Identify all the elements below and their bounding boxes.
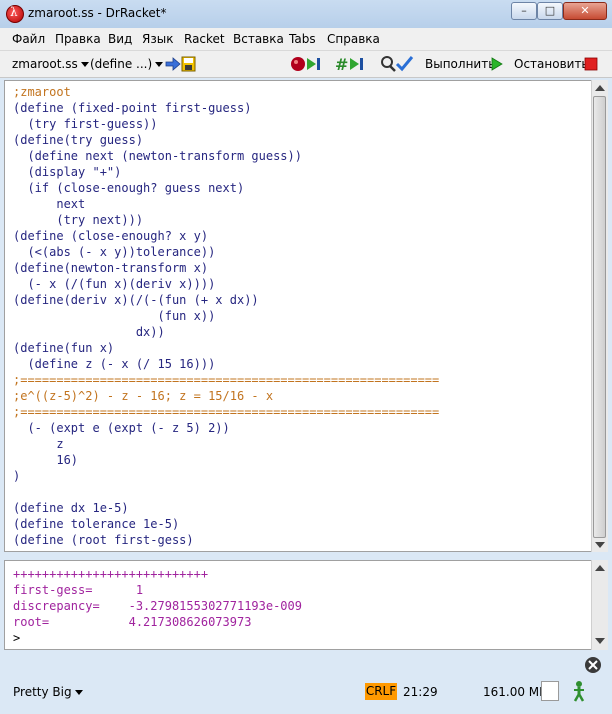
menu-view[interactable]: Вид — [108, 32, 132, 46]
menu-tabs[interactable]: Tabs — [289, 32, 316, 46]
menu-insert[interactable]: Вставка — [233, 32, 284, 46]
minimize-button[interactable]: – — [511, 2, 537, 20]
code-line: (define(deriv x)(/(-(fun (+ x dx)) — [13, 293, 259, 307]
run-button[interactable]: Выполнить — [425, 57, 495, 71]
code-line: (- x (/(fun x)(deriv x)))) — [13, 277, 216, 291]
code-line: dx)) — [13, 325, 165, 339]
code-line: (define (root first-gess) — [13, 533, 194, 547]
svg-text:#: # — [335, 55, 348, 73]
menu-file[interactable]: Файл — [12, 32, 45, 46]
menu-edit[interactable]: Правка — [55, 32, 101, 46]
scroll-down-icon[interactable] — [595, 638, 605, 644]
drracket-logo-icon — [6, 5, 24, 23]
editor-scroll-thumb[interactable] — [593, 96, 606, 538]
file-dropdown-label: zmaroot.ss — [12, 57, 78, 71]
code-line: ;=======================================… — [13, 405, 440, 419]
close-pane-icon[interactable] — [584, 656, 602, 674]
language-label: Pretty Big — [13, 685, 72, 699]
window-title: zmaroot.ss - DrRacket* — [28, 6, 167, 20]
code-line: (<(abs (- x y))tolerance)) — [13, 245, 216, 259]
running-person-icon — [573, 681, 585, 702]
language-dropdown[interactable]: Pretty Big — [13, 685, 83, 699]
code-line: ;zmaroot — [13, 85, 71, 99]
code-line: 16) — [13, 453, 79, 467]
code-line: next — [13, 197, 86, 211]
code-line: z — [13, 437, 64, 451]
output-line: discrepancy= -3.2798155302771193e-009 — [13, 599, 302, 613]
maximize-button[interactable]: □ — [537, 2, 563, 20]
file-dropdown[interactable]: zmaroot.ss — [12, 57, 89, 71]
memory-usage[interactable]: 161.00 MB — [483, 685, 547, 699]
run-icon[interactable] — [491, 57, 503, 71]
code-line: (define (fixed-point first-guess) — [13, 101, 252, 115]
code-line: (define(newton-transform x) — [13, 261, 209, 275]
output-line: +++++++++++++++++++++++++++ — [13, 567, 209, 581]
code-line: ;e^((z-5)^2) - z - 16; z = 15/16 - x — [13, 389, 274, 403]
code-line: (define z (- x (/ 15 16))) — [13, 357, 216, 371]
scroll-up-icon[interactable] — [595, 565, 605, 571]
chevron-down-icon — [155, 62, 164, 67]
code-line: (fun x)) — [13, 309, 216, 323]
code-line: (define(try guess) — [13, 133, 144, 147]
repl-prompt[interactable]: > — [13, 630, 20, 646]
eol-badge: CRLF — [365, 683, 397, 700]
code-line: (define (close-enough? x y) — [13, 229, 209, 243]
code-line: (- (expt e (expt (- z 5) 2)) — [13, 421, 230, 435]
save-icon[interactable] — [164, 55, 196, 73]
chevron-down-icon — [74, 690, 83, 695]
macro-stepper-icon[interactable]: # — [335, 55, 371, 73]
cursor-position: 21:29 — [403, 685, 438, 699]
scroll-up-icon[interactable] — [595, 85, 605, 91]
output-line: root= 4.217308626073973 — [13, 615, 252, 629]
interactions-scrollbar[interactable] — [591, 560, 608, 650]
stop-button[interactable]: Остановить — [514, 57, 589, 71]
code-line: (try first-guess)) — [13, 117, 158, 131]
output-line: first-gess= 1 — [13, 583, 144, 597]
toolbar: zmaroot.ss (define ...) # Выполнить Оста… — [0, 51, 612, 78]
menu-racket[interactable]: Racket — [184, 32, 225, 46]
title-bar: zmaroot.ss - DrRacket* – □ ✕ — [0, 0, 612, 29]
stop-icon[interactable] — [584, 57, 598, 71]
menu-language[interactable]: Язык — [142, 32, 173, 46]
scroll-down-icon[interactable] — [595, 542, 605, 548]
code-line: (try next))) — [13, 213, 144, 227]
menu-bar: Файл Правка Вид Язык Racket Вставка Tabs… — [0, 28, 612, 51]
code-line: (if (close-enough? guess next) — [13, 181, 245, 195]
debug-icon[interactable] — [290, 55, 326, 73]
code-line: ) — [13, 469, 21, 483]
code-line: (define(fun x) — [13, 341, 115, 355]
stop-label: Остановить — [514, 57, 589, 71]
code-line: (display "+") — [13, 165, 122, 179]
code-line: (define next (newton-transform guess)) — [13, 149, 302, 163]
check-syntax-icon[interactable] — [380, 54, 416, 74]
define-dropdown[interactable]: (define ...) — [90, 57, 164, 71]
define-dropdown-label: (define ...) — [90, 57, 153, 71]
chevron-down-icon — [80, 62, 89, 67]
editor-scrollbar[interactable] — [591, 80, 608, 552]
code-line: ;=======================================… — [13, 373, 440, 387]
interactions-pane[interactable]: +++++++++++++++++++++++++++ first-gess= … — [4, 560, 592, 650]
definitions-editor[interactable]: ;zmaroot (define (fixed-point first-gues… — [4, 80, 592, 552]
code-line: (define tolerance 1e-5) — [13, 517, 180, 531]
close-button[interactable]: ✕ — [563, 2, 607, 20]
code-line: (define dx 1e-5) — [13, 501, 129, 515]
run-label: Выполнить — [425, 57, 496, 71]
gc-indicator — [541, 681, 559, 701]
menu-help[interactable]: Справка — [327, 32, 380, 46]
